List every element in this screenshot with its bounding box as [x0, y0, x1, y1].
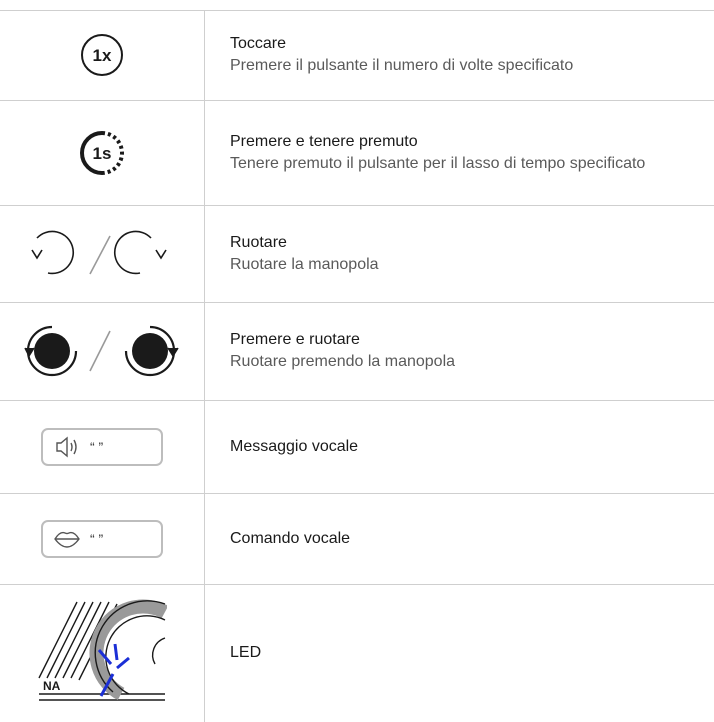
legend-title: Toccare — [230, 35, 287, 52]
legend-text: Comando vocale — [230, 493, 700, 584]
legend-title: Ruotare — [230, 233, 287, 251]
led-icon: NA — [0, 584, 204, 722]
voice-message-icon: “ ” — [0, 400, 204, 493]
svg-text:NA: NA — [43, 679, 61, 693]
legend-title: LED — [230, 644, 262, 661]
svg-text:“ ”: “ ” — [90, 439, 104, 455]
legend-title: Premere e tenere premuto — [230, 132, 418, 150]
legend-description: Tenere premuto il pulsante per il lasso … — [230, 154, 646, 172]
legend-title: Messaggio vocale — [230, 437, 359, 455]
press-and-hold-icon: 1s — [0, 100, 204, 205]
legend-title: Premere e ruotare — [230, 331, 360, 348]
legend-description: Ruotare la manopola — [230, 255, 379, 273]
legend-description: Ruotare premendo la manopola — [230, 353, 456, 370]
legend-text: Premere e tenere premuto Tenere premuto … — [230, 100, 700, 205]
svg-text:1x: 1x — [93, 46, 112, 65]
svg-text:1s: 1s — [93, 144, 112, 163]
legend-description: Premere il pulsante il numero di volte s… — [230, 57, 574, 74]
svg-text:“ ”: “ ” — [90, 531, 104, 547]
legend-text: Messaggio vocale — [230, 400, 700, 493]
voice-command-icon: “ ” — [0, 493, 204, 584]
press-and-rotate-icon — [0, 302, 204, 400]
legend-text: Ruotare Ruotare la manopola — [230, 205, 700, 302]
legend-text: LED — [230, 584, 700, 722]
legend-text: Toccare Premere il pulsante il numero di… — [230, 10, 700, 100]
legend-title: Comando vocale — [230, 529, 351, 547]
rotate-icon — [0, 205, 204, 302]
tap-once-icon: 1x — [0, 10, 204, 100]
legend-text: Premere e ruotare Ruotare premendo la ma… — [230, 302, 700, 400]
column-divider — [204, 10, 205, 722]
